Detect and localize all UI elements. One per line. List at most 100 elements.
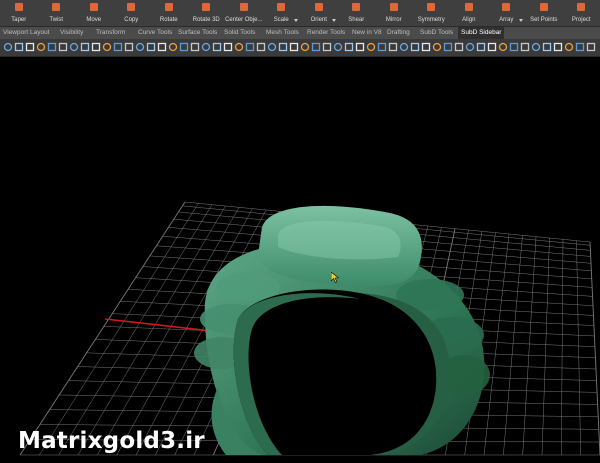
tool-icon[interactable] [36, 42, 46, 52]
command-label: Set Points [525, 17, 563, 23]
tool-icon[interactable] [432, 42, 442, 52]
tab-2[interactable]: Transform [96, 27, 125, 39]
tool-icon[interactable] [388, 42, 398, 52]
tool-icon[interactable] [102, 42, 112, 52]
tool-icon[interactable] [311, 42, 321, 52]
tool-icon[interactable] [531, 42, 541, 52]
tool-icon[interactable] [476, 42, 486, 52]
toolbar-command-11[interactable]: Symmetry [413, 0, 451, 26]
tool-icon[interactable] [487, 42, 497, 52]
perspective-viewport[interactable] [0, 57, 600, 458]
tool-icon[interactable] [355, 42, 365, 52]
tool-icon[interactable] [212, 42, 222, 52]
tab-10[interactable]: SubD Tools [420, 27, 453, 39]
tool-icon[interactable] [135, 42, 145, 52]
tool-icon[interactable] [168, 42, 178, 52]
tab-5[interactable]: Solid Tools [224, 27, 255, 39]
tool-icon[interactable] [399, 42, 409, 52]
tool-icon[interactable] [553, 42, 563, 52]
tool-icon[interactable] [443, 42, 453, 52]
toolbar-command-13[interactable]: Array [488, 0, 526, 26]
tool-icon[interactable] [124, 42, 134, 52]
tab-6[interactable]: Mesh Tools [266, 27, 299, 39]
toolbar-command-2[interactable]: Move [75, 0, 113, 26]
tool-icon[interactable] [256, 42, 266, 52]
tool-icon[interactable] [366, 42, 376, 52]
tool-icon[interactable] [190, 42, 200, 52]
command-label: Shear [338, 17, 376, 23]
tab-8[interactable]: New in V8 [352, 27, 382, 39]
toolbar-command-4[interactable]: Rotate [150, 0, 188, 26]
tool-icon[interactable] [520, 42, 530, 52]
grid-line [577, 241, 581, 455]
tool-icon[interactable] [58, 42, 68, 52]
tool-icon[interactable] [113, 42, 123, 52]
tool-icon[interactable] [179, 42, 189, 52]
tool-icon[interactable] [542, 42, 552, 52]
command-label: Mirror [375, 17, 413, 23]
grid-line [590, 242, 600, 455]
tool-icon[interactable] [80, 42, 90, 52]
tool-icon[interactable] [586, 42, 596, 52]
command-label: Rotate [150, 17, 188, 23]
tool-icon[interactable] [421, 42, 431, 52]
tool-icon[interactable] [157, 42, 167, 52]
ring-model[interactable] [194, 206, 490, 455]
dropdown-arrow-icon[interactable] [519, 19, 523, 22]
dropdown-arrow-icon[interactable] [294, 19, 298, 22]
tool-icon[interactable] [278, 42, 288, 52]
toolbar-command-15[interactable]: Project [563, 0, 600, 26]
tool-icon[interactable] [146, 42, 156, 52]
toolbar-command-0[interactable]: Taper [0, 0, 38, 26]
tool-icon[interactable] [69, 42, 79, 52]
tool-icon[interactable] [410, 42, 420, 52]
dropdown-arrow-icon[interactable] [332, 19, 336, 22]
toolbar-command-7[interactable]: Scale [263, 0, 301, 26]
tool-icon[interactable] [322, 42, 332, 52]
tool-icon[interactable] [223, 42, 233, 52]
tool-icon[interactable] [498, 42, 508, 52]
tab-4[interactable]: Surface Tools [178, 27, 217, 39]
tool-icon[interactable] [377, 42, 387, 52]
tool-icon[interactable] [14, 42, 24, 52]
grid-line [561, 239, 563, 455]
tool-icon[interactable] [333, 42, 343, 52]
tool-icon[interactable] [201, 42, 211, 52]
tab-7[interactable]: Render Tools [307, 27, 345, 39]
toolbar-tabs: Viewport Layout Visibility Transform Curve … [0, 27, 600, 39]
toolbar-command-12[interactable]: Align [450, 0, 488, 26]
tool-icon[interactable] [234, 42, 244, 52]
tool-icon[interactable] [300, 42, 310, 52]
toolbar-command-14[interactable]: Set Points [525, 0, 563, 26]
tab-1[interactable]: Visibility [60, 27, 83, 39]
toolbar-command-5[interactable]: Rotate 3D [188, 0, 226, 26]
viewport-scene [0, 57, 600, 458]
command-icon [465, 3, 473, 11]
tool-icon[interactable] [465, 42, 475, 52]
tool-icon[interactable] [47, 42, 57, 52]
tool-icon[interactable] [91, 42, 101, 52]
tab-9[interactable]: Drafting [387, 27, 410, 39]
tool-icon[interactable] [344, 42, 354, 52]
tab-3[interactable]: Curve Tools [138, 27, 172, 39]
tool-icon[interactable] [25, 42, 35, 52]
command-icon [165, 3, 173, 11]
command-icon [90, 3, 98, 11]
tool-icon[interactable] [575, 42, 585, 52]
toolbar-command-1[interactable]: Twist [38, 0, 76, 26]
tool-icon[interactable] [3, 42, 13, 52]
toolbar-command-3[interactable]: Copy [113, 0, 151, 26]
tool-icon[interactable] [509, 42, 519, 52]
command-toolbar: TaperTwistMoveCopyRotateRotate 3DCenter … [0, 0, 600, 27]
tool-icon[interactable] [289, 42, 299, 52]
toolbar-command-8[interactable]: Orient [300, 0, 338, 26]
tab-0[interactable]: Viewport Layout [3, 27, 50, 39]
toolbar-command-9[interactable]: Shear [338, 0, 376, 26]
toolbar-command-10[interactable]: Mirror [375, 0, 413, 26]
tool-icon[interactable] [245, 42, 255, 52]
tool-icon[interactable] [564, 42, 574, 52]
toolbar-command-6[interactable]: Center Obje... [225, 0, 263, 26]
tool-icon[interactable] [267, 42, 277, 52]
tab-11[interactable]: SubD Sidebar [458, 27, 504, 39]
tool-icon[interactable] [454, 42, 464, 52]
